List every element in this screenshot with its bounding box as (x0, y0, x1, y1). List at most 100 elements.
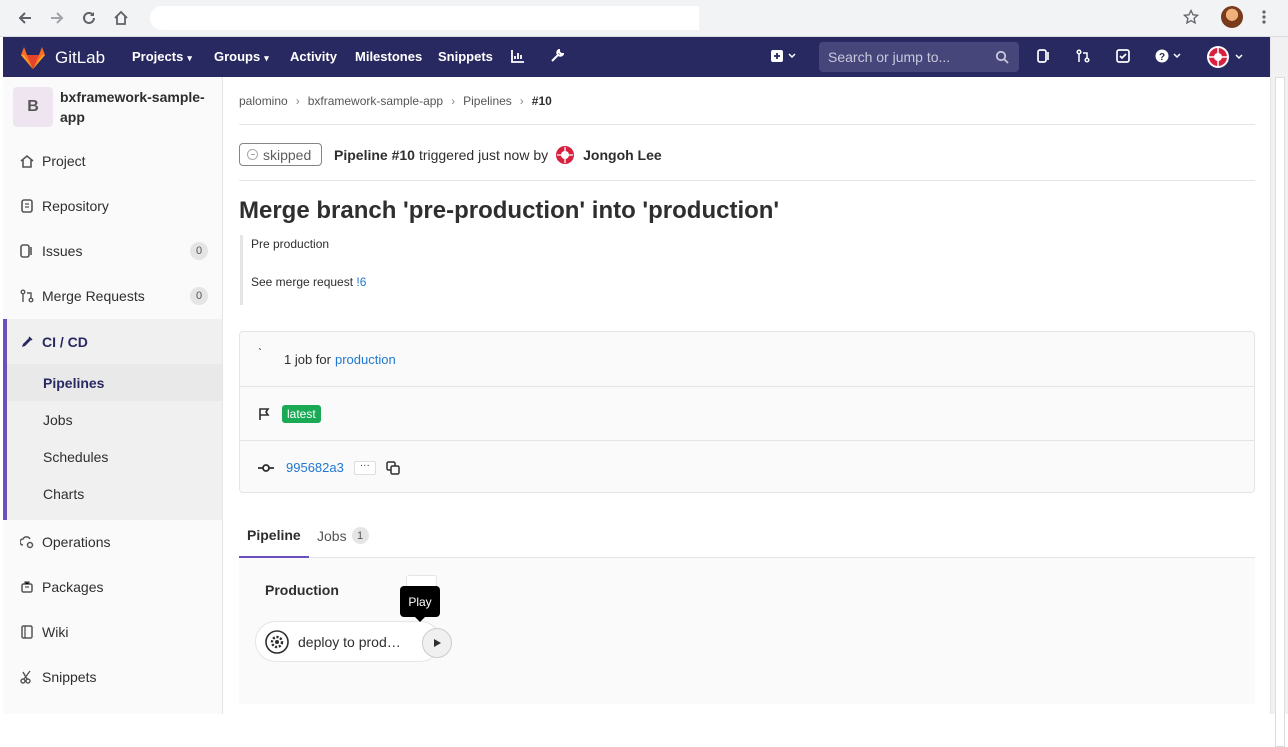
nav-groups[interactable]: Groups ▾ (214, 49, 269, 64)
gitlab-header: GitLab Projects ▾ Groups ▾ Activity Milest… (3, 37, 1270, 77)
commit-info-row: 995682a3 ··· (240, 440, 1254, 494)
breadcrumb-current[interactable]: #10 (532, 94, 552, 108)
bookmark-star-icon[interactable] (1183, 9, 1199, 25)
sidebar-subitem-charts[interactable]: Charts (7, 475, 222, 512)
issues-count-badge: 0 (190, 242, 208, 260)
breadcrumb-pipelines[interactable]: Pipelines (463, 94, 512, 108)
tags-info-row: latest (240, 386, 1254, 440)
collapse-chevron-icon[interactable]: ˋ (258, 346, 274, 360)
sidebar-item-cicd[interactable]: CI / CD (7, 319, 222, 364)
merge-request-icon (19, 288, 35, 304)
home-icon[interactable] (111, 8, 131, 28)
sidebar-item-merge-requests[interactable]: Merge Requests 0 (3, 273, 222, 318)
chevron-down-icon: ▾ (264, 53, 269, 63)
pipeline-title: Pipeline #10 (334, 147, 415, 163)
breadcrumb: palomino › bxframework-sample-app › Pipe… (239, 94, 552, 108)
job-name[interactable]: deploy to production (298, 634, 406, 650)
sidebar-item-label: Packages (42, 578, 104, 595)
browser-menu-icon[interactable] (1262, 9, 1266, 25)
back-icon[interactable] (15, 8, 35, 28)
nav-milestones[interactable]: Milestones (355, 49, 422, 64)
reload-icon[interactable] (79, 8, 99, 28)
sidebar-subitem-schedules[interactable]: Schedules (7, 438, 222, 475)
sidebar-item-label: Operations (42, 533, 111, 550)
user-avatar-menu-icon[interactable] (1207, 45, 1247, 69)
browser-profile-avatar[interactable] (1221, 6, 1243, 28)
analytics-chart-icon[interactable] (511, 49, 525, 63)
commit-sha-link[interactable]: 995682a3 (286, 460, 344, 475)
sidebar-item-label: Wiki (42, 623, 69, 640)
sidebar-item-wiki[interactable]: Wiki (3, 609, 222, 654)
gitlab-logo-icon[interactable] (20, 46, 46, 70)
sidebar-item-project[interactable]: Project (3, 138, 222, 183)
pipeline-triggered-text: triggered just now by (418, 147, 549, 163)
todos-check-icon[interactable] (1116, 49, 1130, 63)
project-sidebar: B bxframework-sample-app Project Reposit… (3, 77, 223, 714)
tab-jobs-label: Jobs (317, 527, 347, 544)
nav-activity[interactable]: Activity (290, 49, 337, 64)
search-input[interactable]: Search or jump to... (819, 42, 1019, 72)
project-name[interactable]: bxframework-sample-app (60, 87, 220, 127)
jobs-info-row: ˋ 1 job for production (240, 332, 1254, 386)
user-avatar[interactable] (555, 145, 575, 165)
sidebar-subitem-jobs[interactable]: Jobs (7, 401, 222, 438)
svg-text:?: ? (1159, 52, 1165, 63)
sidebar-item-label: CI / CD (42, 333, 88, 350)
breadcrumb-separator: › (295, 94, 300, 108)
breadcrumb-separator: › (519, 94, 524, 108)
issues-todo-icon[interactable] (1037, 49, 1051, 63)
rocket-icon (19, 334, 35, 350)
sidebar-item-operations[interactable]: Operations (3, 519, 222, 564)
sidebar-item-issues[interactable]: Issues 0 (3, 228, 222, 273)
new-item-plus-icon[interactable] (770, 49, 798, 63)
tab-jobs[interactable]: Jobs 1 (317, 513, 369, 558)
play-button[interactable] (422, 628, 452, 658)
page-scrollbar[interactable] (1270, 37, 1288, 747)
cloud-gear-icon (19, 534, 35, 550)
search-icon (995, 50, 1009, 64)
project-avatar[interactable]: B (13, 87, 53, 127)
merge-requests-icon[interactable] (1076, 49, 1090, 63)
scrollbar-thumb[interactable] (1275, 77, 1285, 747)
flag-icon (258, 407, 270, 420)
commit-desc-prefix: See merge request (251, 275, 354, 289)
nav-projects[interactable]: Projects ▾ (132, 49, 192, 64)
branch-link[interactable]: production (335, 352, 396, 367)
toggle-commit-message-button[interactable]: ··· (353, 460, 376, 475)
copy-sha-icon[interactable] (386, 460, 400, 475)
gitlab-brand[interactable]: GitLab (55, 48, 105, 68)
commit-title: Merge branch 'pre-production' into 'prod… (239, 197, 780, 224)
sidebar-item-snippets[interactable]: Snippets (3, 654, 222, 699)
merge-request-link[interactable]: !6 (356, 275, 366, 289)
address-bar[interactable] (150, 6, 699, 30)
pipeline-header-info: Pipeline #10 triggered just now by Jongo… (334, 145, 662, 165)
sidebar-item-label: Project (42, 152, 86, 169)
forward-icon[interactable] (47, 8, 67, 28)
admin-wrench-icon[interactable] (550, 49, 564, 63)
commit-icon (258, 463, 274, 473)
browser-toolbar (0, 0, 1288, 37)
scissors-icon (19, 669, 35, 685)
sidebar-item-repository[interactable]: Repository (3, 183, 222, 228)
breadcrumb-project[interactable]: bxframework-sample-app (308, 94, 443, 108)
jobs-count-text: 1 job for (284, 351, 331, 367)
pipeline-status-badge[interactable]: skipped (239, 143, 323, 166)
sidebar-item-label: Snippets (42, 668, 97, 685)
nav-snippets[interactable]: Snippets (438, 49, 493, 64)
job-item[interactable]: deploy to production (255, 621, 452, 662)
sidebar-item-label: Merge Requests (42, 287, 145, 304)
cicd-group: CI / CD Pipelines Jobs Schedules Charts (3, 319, 222, 520)
sidebar-subitem-pipelines[interactable]: Pipelines (7, 364, 222, 401)
help-icon[interactable]: ? (1155, 49, 1185, 63)
sidebar-item-packages[interactable]: Packages (3, 564, 222, 609)
pipeline-info-box: ˋ 1 job for production latest 995682a3 ·… (239, 331, 1255, 493)
play-tooltip: Play (400, 586, 440, 622)
merge-requests-count-badge: 0 (190, 287, 208, 305)
home-icon (19, 153, 35, 169)
tab-pipeline[interactable]: Pipeline (239, 513, 309, 558)
sidebar-item-label: Issues (42, 242, 83, 259)
commit-desc-line: Pre production (251, 237, 330, 251)
pipeline-user-name[interactable]: Jongoh Lee (583, 147, 662, 163)
divider (239, 124, 1255, 125)
breadcrumb-group[interactable]: palomino (239, 94, 288, 108)
